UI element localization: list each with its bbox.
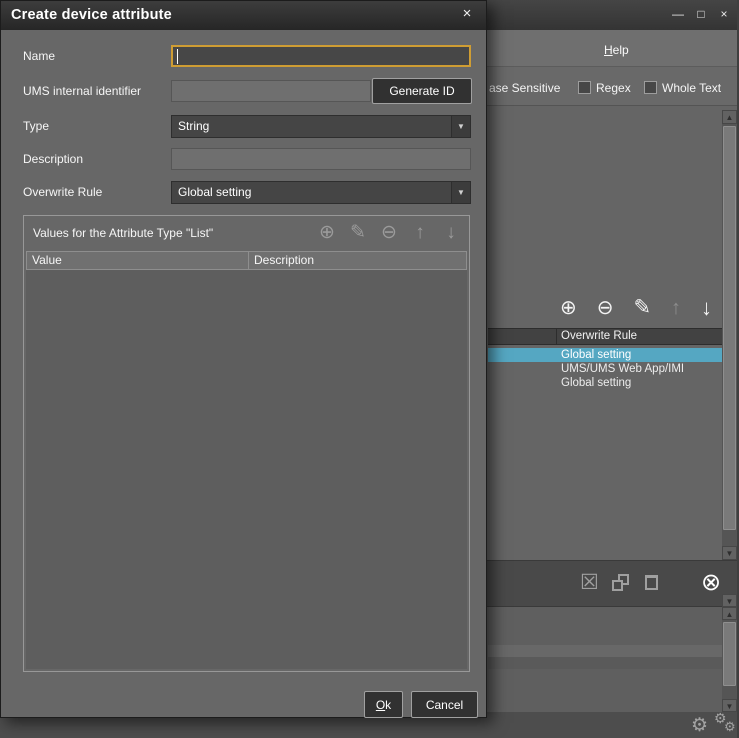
scroll-up-button[interactable]: ▲	[722, 607, 737, 620]
create-device-attribute-dialog: Create device attribute × Name UMS inter…	[0, 0, 487, 718]
description-input[interactable]	[171, 148, 471, 170]
whole-text-label: Whole Text	[662, 81, 721, 95]
copy-front-page	[612, 580, 623, 591]
list-row[interactable]: Global setting	[488, 348, 722, 362]
close-icon[interactable]: ×	[459, 6, 475, 22]
cancel-button[interactable]: Cancel	[411, 691, 478, 718]
move-value-up-icon[interactable]: ↑	[410, 221, 430, 245]
ok-button-label: Ok	[376, 698, 391, 712]
values-toolbar: ⊕ ✎ ⊖ ↑ ↓	[317, 221, 461, 245]
column-header-overwrite-rule: Overwrite Rule	[488, 328, 722, 345]
scrollbar-thumb[interactable]	[723, 126, 736, 530]
type-dropdown[interactable]: String ▼	[171, 115, 471, 138]
overwrite-rule-dropdown[interactable]: Global setting ▼	[171, 181, 471, 204]
column-header-label: Overwrite Rule	[561, 330, 637, 342]
values-table-body[interactable]	[26, 270, 467, 669]
close-icon[interactable]: ×	[717, 7, 731, 21]
clear-selection-icon[interactable]: ☒	[580, 570, 599, 595]
overwrite-rule-label: Overwrite Rule	[23, 185, 102, 199]
list-toolbar: ⊕ ⊖ ✎ ↑ ↓	[560, 295, 712, 321]
move-value-down-icon[interactable]: ↓	[441, 221, 461, 245]
chevron-down-icon: ▼	[451, 116, 470, 137]
list-row[interactable]: UMS/UMS Web App/IMI	[488, 362, 722, 376]
dialog-title: Create device attribute	[11, 7, 172, 23]
move-down-icon[interactable]: ↓	[701, 297, 712, 319]
gear-icon: ⚙	[691, 714, 708, 737]
scroll-down-button[interactable]: ▼	[722, 594, 737, 607]
description-column-header: Description	[249, 251, 467, 270]
panel-row	[488, 657, 722, 669]
edit-value-icon[interactable]: ✎	[348, 221, 368, 245]
name-input[interactable]	[171, 45, 471, 67]
description-label: Description	[23, 152, 83, 166]
cancel-button-label: Cancel	[426, 698, 463, 712]
remove-value-icon[interactable]: ⊖	[379, 221, 399, 245]
text-caret	[177, 49, 178, 64]
minimize-icon[interactable]: —	[671, 7, 685, 21]
move-up-icon[interactable]: ↑	[671, 297, 681, 319]
list-row[interactable]: Global setting	[488, 376, 722, 390]
screen: — □ × Help ase Sensitive Regex Whole Tex…	[0, 0, 739, 738]
add-value-icon[interactable]: ⊕	[317, 221, 337, 245]
values-group-title: Values for the Attribute Type "List"	[33, 226, 213, 240]
regex-label: Regex	[596, 81, 631, 95]
column-divider	[556, 329, 557, 344]
copy-icon[interactable]	[612, 574, 629, 591]
values-table-header: Value Description	[26, 251, 467, 270]
remove-icon[interactable]: ⊖	[597, 297, 614, 319]
edit-icon[interactable]: ✎	[633, 297, 651, 319]
window-controls: — □ ×	[671, 7, 731, 21]
overwrite-rule-selected-value: Global setting	[178, 185, 251, 199]
ums-id-label: UMS internal identifier	[23, 84, 141, 98]
delete-icon[interactable]	[645, 575, 658, 590]
maximize-icon[interactable]: □	[694, 7, 708, 21]
regex-checkbox[interactable]	[578, 81, 591, 94]
chevron-down-icon: ▼	[451, 182, 470, 203]
value-column-header: Value	[26, 251, 249, 270]
panel-row	[488, 645, 722, 657]
help-button[interactable]: Help	[604, 43, 629, 57]
type-selected-value: String	[178, 119, 209, 133]
dialog-titlebar[interactable]: Create device attribute ×	[1, 1, 486, 30]
ums-id-input[interactable]	[171, 80, 371, 102]
scrollbar-thumb[interactable]	[723, 622, 736, 686]
type-label: Type	[23, 119, 49, 133]
generate-id-button[interactable]: Generate ID	[372, 78, 472, 104]
name-label: Name	[23, 49, 55, 63]
vertical-scrollbar: ▲ ▼	[722, 110, 737, 560]
add-icon[interactable]: ⊕	[560, 297, 577, 319]
scroll-up-button[interactable]: ▲	[722, 110, 737, 124]
ok-button[interactable]: Ok	[364, 691, 403, 718]
scroll-down-button[interactable]: ▼	[722, 546, 737, 560]
whole-text-checkbox[interactable]	[644, 81, 657, 94]
values-groupbox: Values for the Attribute Type "List" ⊕ ✎…	[23, 215, 470, 672]
vertical-scrollbar: ▲ ▼	[722, 607, 737, 712]
case-sensitive-label: ase Sensitive	[489, 81, 560, 95]
close-circle-icon[interactable]: ⊗	[701, 568, 721, 597]
gear-icon: ⚙	[724, 719, 736, 735]
